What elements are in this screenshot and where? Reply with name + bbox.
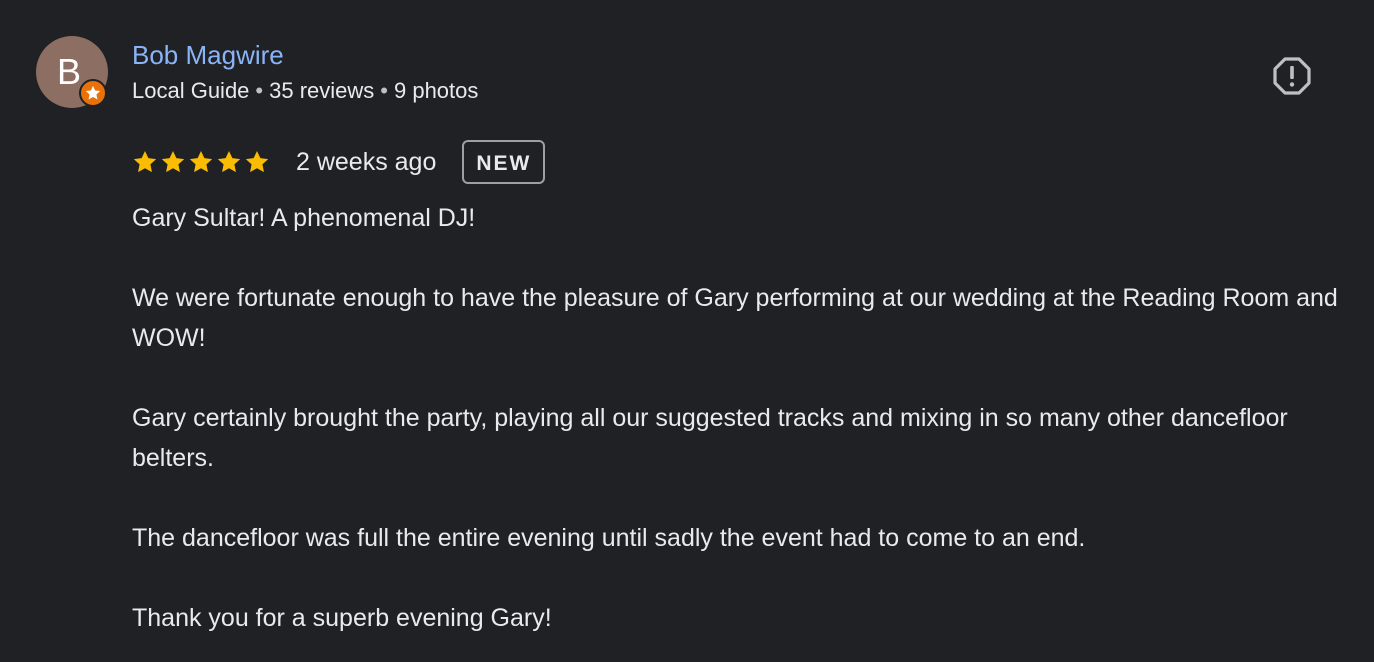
report-button[interactable] [1268,52,1316,100]
star-icon [189,150,213,173]
reviewer-meta: Local Guide • 35 reviews • 9 photos [132,78,478,104]
reviewer-review-count: 35 reviews [269,78,375,103]
review-paragraph: Thank you for a superb evening Gary! [132,604,552,632]
star-icon [133,150,157,173]
new-badge: NEW [462,140,546,184]
star-icon [161,150,185,173]
review-paragraph: Gary certainly brought the party, playin… [132,404,1288,472]
meta-separator: • [255,78,264,103]
reviewer-name[interactable]: Bob Magwire [132,40,284,71]
review-paragraph: Gary Sultar! A phenomenal DJ! [132,204,476,232]
local-guide-star-icon [79,79,107,107]
avatar-letter: B [56,51,81,92]
review-card: B Bob Magwire Local Guide • 35 reviews • 9 p… [0,0,1374,662]
review-time: 2 weeks ago [296,147,437,176]
rating-row: 2 weeks ago NEW [132,138,546,186]
review-text: Gary Sultar! A phenomenal DJ! We were for… [132,198,1347,662]
meta-separator: • [380,78,388,103]
star-icon [245,150,269,173]
reviewer-level: Local Guide [132,78,250,103]
star-icon [217,150,241,173]
review-paragraph: The dancefloor was full the entire eveni… [132,524,1086,552]
review-paragraph: We were fortunate enough to have the ple… [132,284,1338,352]
star-rating [132,149,270,175]
report-flag-icon [1273,57,1311,95]
reviewer-photo-count: 9 photos [393,78,479,103]
